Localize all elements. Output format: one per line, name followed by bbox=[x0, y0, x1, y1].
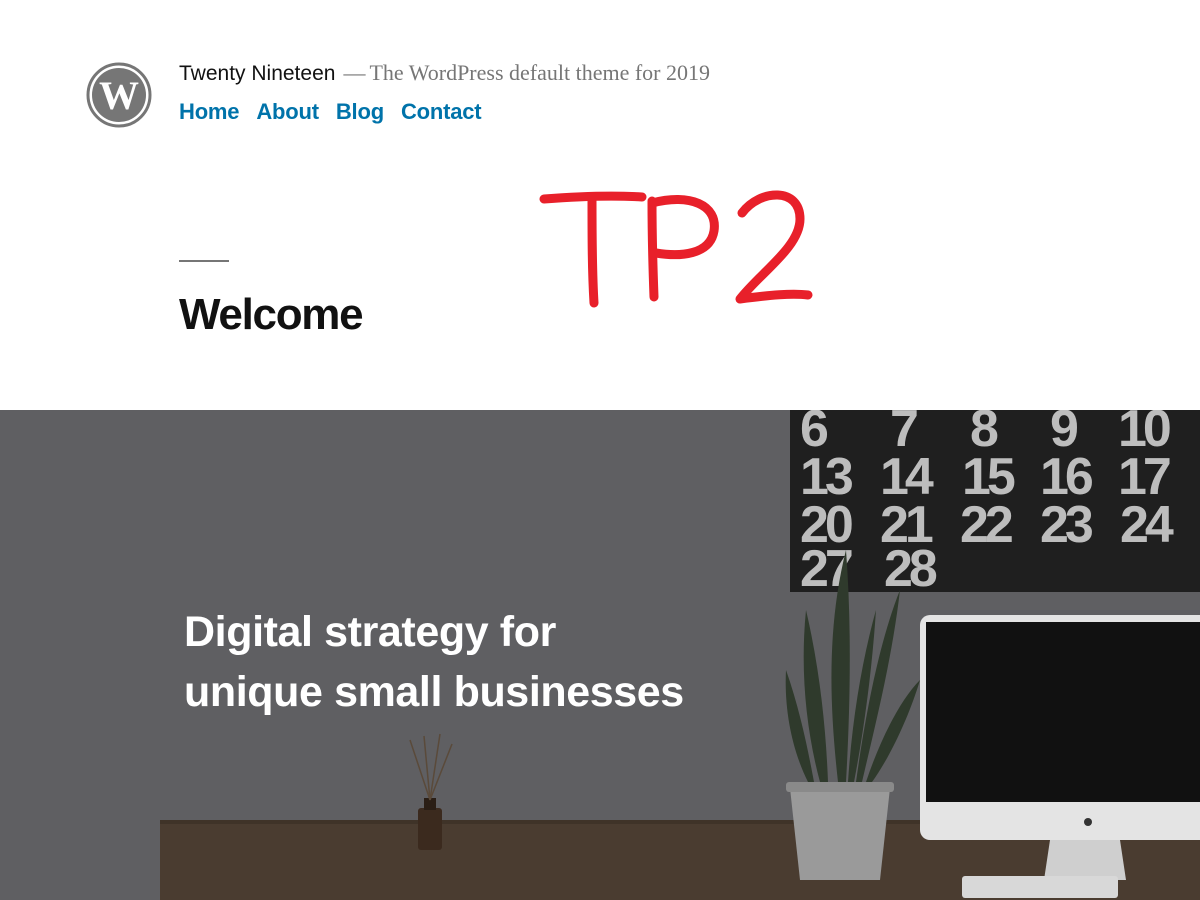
cover-block: 6 7 8 9 10 13 14 15 16 17 20 21 22 23 24… bbox=[0, 410, 1200, 900]
title-divider bbox=[179, 260, 229, 262]
cover-heading-line-1: Digital strategy for bbox=[184, 608, 556, 656]
calendar-number: 28 bbox=[884, 540, 937, 598]
svg-text:W: W bbox=[99, 73, 139, 118]
nav-item-blog[interactable]: Blog bbox=[336, 99, 384, 125]
nav-item-about[interactable]: About bbox=[256, 99, 319, 125]
main-navigation: Home About Blog Contact bbox=[179, 99, 482, 125]
site-title[interactable]: Twenty Nineteen bbox=[179, 62, 335, 85]
calendar-number: 22 bbox=[960, 496, 1012, 554]
cover-heading: Digital strategy for unique small busine… bbox=[184, 602, 804, 722]
calendar-number: 24 bbox=[1120, 496, 1174, 554]
nav-item-home[interactable]: Home bbox=[179, 99, 240, 125]
nav-item-contact[interactable]: Contact bbox=[401, 99, 482, 125]
wordpress-logo-icon[interactable]: W bbox=[86, 62, 152, 128]
site-branding: Twenty Nineteen — The WordPress default th… bbox=[179, 60, 710, 86]
site-description: The WordPress default theme for 2019 bbox=[369, 60, 711, 85]
cover-heading-line-2: unique small businesses bbox=[184, 668, 684, 716]
site-title-separator: — bbox=[343, 60, 366, 85]
handwritten-annotation bbox=[539, 190, 813, 308]
page: W Twenty Nineteen — The WordPress default … bbox=[0, 0, 1200, 900]
calendar-number: 23 bbox=[1040, 496, 1093, 554]
page-title: Welcome bbox=[179, 290, 364, 339]
